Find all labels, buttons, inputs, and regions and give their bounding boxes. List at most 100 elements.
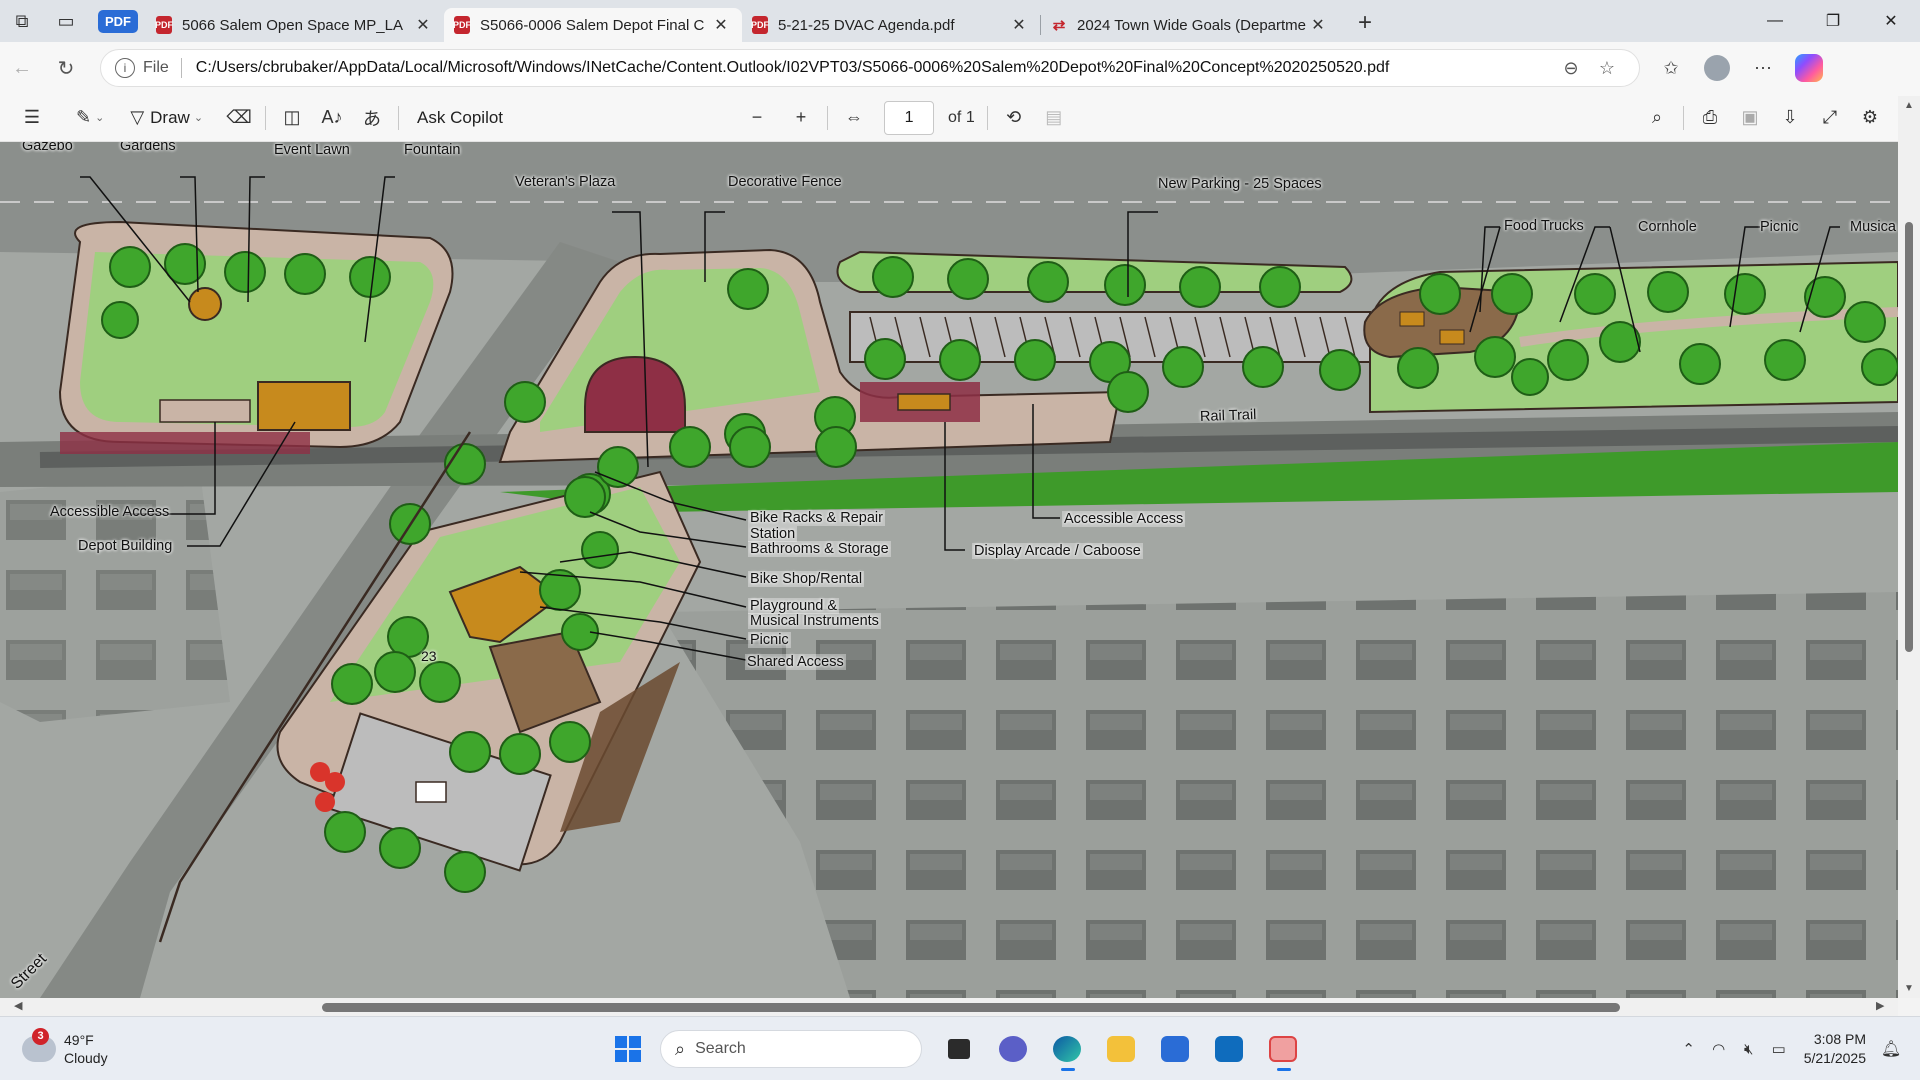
search-icon: ⌕: [675, 1038, 686, 1059]
save-as-icon[interactable]: ⇩: [1770, 100, 1810, 136]
two-page-icon[interactable]: ▤: [1034, 100, 1074, 136]
outlook-new-button[interactable]: [1259, 1027, 1307, 1071]
file-explorer-button[interactable]: [1097, 1027, 1145, 1071]
restore-icon[interactable]: ❐: [1804, 0, 1862, 42]
page-view-icon[interactable]: ◫: [272, 100, 312, 136]
link-icon: ⇄: [1052, 17, 1066, 34]
tab-dvac-agenda[interactable]: PDF 5-21-25 DVAC Agenda.pdf ✕: [742, 8, 1040, 42]
tab-town-goals[interactable]: ⇄ 2024 Town Wide Goals (Departme ✕: [1041, 8, 1339, 42]
system-tray: ⌃ ◠ 🔇︎ ▭ 3:08 PM 5/21/2025 🔔︎: [1674, 1025, 1904, 1073]
fullscreen-icon[interactable]: ⤢: [1810, 100, 1850, 136]
task-view-button[interactable]: [935, 1027, 983, 1071]
ask-copilot-button[interactable]: Ask Copilot: [405, 100, 509, 136]
settings-gear-icon[interactable]: ⚙: [1850, 100, 1890, 136]
more-options-icon[interactable]: ⋯: [1740, 48, 1786, 88]
search-icon[interactable]: ⌕: [1637, 100, 1677, 136]
page-number-input[interactable]: 1: [884, 100, 935, 135]
print-icon[interactable]: ⎙: [1690, 100, 1730, 136]
address-row: ← ↻ i File C:/Users/cbrubaker/AppData/Lo…: [0, 42, 1920, 94]
folder-icon: [1107, 1036, 1135, 1062]
pdf-icon: PDF: [751, 16, 769, 34]
wifi-icon[interactable]: ◠: [1704, 1040, 1734, 1058]
workspaces-icon[interactable]: ⧉: [0, 0, 44, 42]
label-picnic-top: Picnic: [1760, 219, 1799, 235]
start-button[interactable]: [608, 1029, 648, 1069]
scroll-up-icon[interactable]: ▲: [1898, 100, 1920, 111]
url-scheme: File: [143, 59, 169, 76]
new-tab-button[interactable]: +: [1345, 9, 1385, 37]
close-icon[interactable]: ✕: [710, 15, 732, 35]
info-icon[interactable]: i: [115, 58, 135, 78]
scroll-left-icon[interactable]: ◀: [14, 999, 22, 1012]
label-gardens: Gardens: [120, 142, 176, 154]
weather-widget[interactable]: 3 49°F Cloudy: [22, 1027, 242, 1067]
highlight-icon[interactable]: ✎ ⌄: [70, 100, 110, 136]
edge-button[interactable]: [1043, 1027, 1091, 1071]
tab-label: 5-21-25 DVAC Agenda.pdf: [778, 16, 955, 34]
clock-time: 3:08 PM: [1813, 1031, 1866, 1047]
scroll-right-icon[interactable]: ▶: [1876, 999, 1884, 1012]
battery-icon[interactable]: ▭: [1764, 1040, 1794, 1058]
horizontal-scroll-thumb[interactable]: [322, 1003, 1620, 1012]
draw-icon: ▽: [130, 107, 145, 127]
address-bar[interactable]: i File C:/Users/cbrubaker/AppData/Local/…: [100, 49, 1640, 87]
refresh-icon[interactable]: ↻: [44, 48, 88, 88]
label-rail-trail: Rail Trail: [1199, 407, 1257, 425]
tab-open-space[interactable]: PDF 5066 Salem Open Space MP_LA ✕: [146, 8, 444, 42]
zoom-icon[interactable]: ⊖: [1553, 58, 1589, 79]
divider: [180, 58, 182, 78]
close-icon[interactable]: ✕: [1307, 15, 1329, 35]
teams-icon: [999, 1036, 1027, 1062]
close-icon[interactable]: ✕: [1008, 15, 1030, 35]
edge-icon: [1053, 1036, 1081, 1062]
taskbar-search[interactable]: ⌕ Search: [660, 1030, 922, 1068]
zoom-in-icon[interactable]: +: [781, 100, 821, 136]
tab-salem-depot[interactable]: PDF S5066-0006 Salem Depot Final C ✕: [444, 8, 742, 42]
outlook-icon: [1215, 1036, 1243, 1062]
minimize-icon[interactable]: —: [1746, 0, 1804, 42]
tab-actions-icon[interactable]: ▭: [44, 0, 88, 42]
label-bike-racks-station: Station: [748, 526, 798, 542]
label-playground: Playground &: [748, 598, 840, 614]
rotate-icon[interactable]: ⟲: [994, 100, 1034, 136]
translate-icon[interactable]: あ: [352, 100, 392, 136]
teams-button[interactable]: [989, 1027, 1037, 1071]
draw-button[interactable]: ▽ Draw ⌄: [124, 100, 209, 136]
profile-avatar[interactable]: [1704, 55, 1730, 81]
label-bathrooms: Bathrooms & Storage: [748, 541, 891, 557]
back-arrow-icon[interactable]: ←: [0, 48, 44, 88]
scroll-down-icon[interactable]: ▼: [1898, 983, 1920, 994]
horizontal-scrollbar[interactable]: ◀ ▶: [0, 998, 1898, 1016]
windows-icon: [615, 1036, 641, 1062]
vertical-scrollbar[interactable]: ▲ ▼: [1898, 96, 1920, 998]
clock[interactable]: 3:08 PM 5/21/2025: [1804, 1030, 1866, 1068]
chevron-up-icon[interactable]: ⌃: [1674, 1040, 1704, 1058]
volume-muted-icon[interactable]: 🔇︎: [1734, 1041, 1764, 1058]
copilot-icon[interactable]: [1795, 54, 1823, 82]
fit-page-icon[interactable]: ⇔: [834, 100, 874, 136]
weather-condition: Cloudy: [64, 1049, 108, 1066]
draw-label: Draw: [150, 107, 190, 127]
contents-icon[interactable]: ☰: [12, 100, 52, 136]
search-placeholder: Search: [695, 1040, 746, 1057]
store-button[interactable]: [1151, 1027, 1199, 1071]
read-aloud-icon[interactable]: A♪: [312, 100, 352, 136]
taskbar: 3 49°F Cloudy ⌕ Search ⌃ ◠ 🔇︎ ▭ 3:08 PM …: [0, 1016, 1920, 1080]
pdf-toolbar: ☰ ✎ ⌄ ▽ Draw ⌄ ⌫ ◫ A♪ あ Ask Copilot − + ⇔…: [0, 94, 1920, 142]
close-icon[interactable]: ✕: [412, 15, 434, 35]
zoom-out-icon[interactable]: −: [737, 100, 777, 136]
notification-bell-icon[interactable]: 🔔︎: [1878, 1039, 1904, 1059]
tab-label: S5066-0006 Salem Depot Final C: [480, 16, 705, 34]
favorites-icon[interactable]: ✩: [1648, 48, 1694, 88]
label-picnic-bottom: Picnic: [748, 632, 791, 648]
chevron-down-icon: ⌄: [193, 112, 204, 124]
url-text[interactable]: C:/Users/cbrubaker/AppData/Local/Microso…: [196, 59, 1553, 77]
vertical-scroll-thumb[interactable]: [1905, 222, 1913, 652]
favorite-star-icon[interactable]: ☆: [1589, 58, 1625, 79]
outlook-button[interactable]: [1205, 1027, 1253, 1071]
eraser-icon[interactable]: ⌫: [219, 100, 259, 136]
save-icon[interactable]: ▣: [1730, 100, 1770, 136]
close-window-icon[interactable]: ✕: [1862, 0, 1920, 42]
window-controls: — ❐ ✕: [1746, 0, 1920, 42]
label-parking-count: 23: [421, 648, 437, 664]
